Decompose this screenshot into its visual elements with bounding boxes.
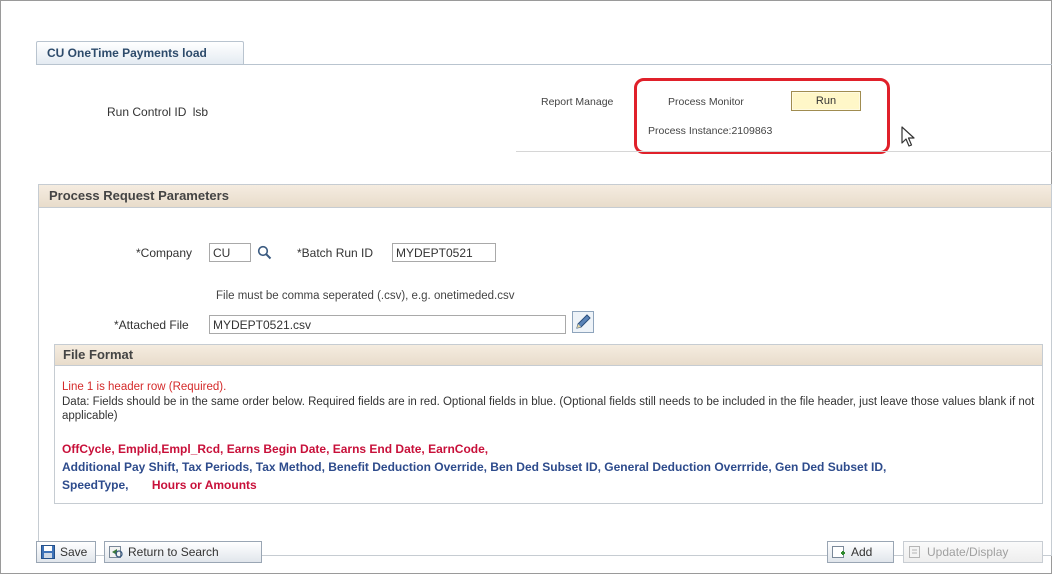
lookup-search-icon[interactable] <box>257 245 272 260</box>
tab-cu-onetime-payments-load[interactable]: CU OneTime Payments load <box>36 41 244 64</box>
run-control-id-label: Run Control ID lsb <box>107 105 209 119</box>
add-icon <box>832 546 845 558</box>
highlight-annotation <box>634 78 890 154</box>
fields-line-3: SpeedType, Hours or Amounts <box>62 477 257 494</box>
batch-run-id-input[interactable] <box>392 243 496 262</box>
attached-file-label: *Attached File <box>114 318 189 332</box>
required-fields-line-2: Hours or Amounts <box>151 478 257 492</box>
required-fields-line-1: OffCycle, Emplid,Empl_Rcd, Earns Begin D… <box>62 442 489 456</box>
data-description: Data: Fields should be in the same order… <box>62 396 1035 422</box>
add-button[interactable]: Add <box>827 541 894 563</box>
save-disk-icon <box>41 545 55 559</box>
run-control-id-value: lsb <box>192 105 209 119</box>
batch-run-id-label: *Batch Run ID <box>297 246 374 260</box>
run-area-divider <box>516 151 1052 152</box>
save-label: Save <box>60 545 88 559</box>
save-button[interactable]: Save <box>36 541 96 563</box>
header-row-note: Line 1 is header row (Required). <box>62 381 227 393</box>
file-format-hint: File must be comma seperated (.csv), e.g… <box>216 290 515 302</box>
attach-pencil-icon[interactable] <box>572 311 594 333</box>
optional-fields-line-2: SpeedType, <box>62 478 129 492</box>
update-display-icon <box>909 546 920 558</box>
mouse-cursor-icon <box>901 126 915 147</box>
return-to-search-button[interactable]: Return to Search <box>104 541 262 563</box>
add-label: Add <box>851 545 873 559</box>
attached-file-input[interactable] <box>209 315 566 334</box>
update-display-label: Update/Display <box>927 545 1009 559</box>
company-label: *Company <box>136 246 193 260</box>
report-manager-link[interactable]: Report Manage <box>541 96 634 108</box>
return-to-search-label: Return to Search <box>128 545 219 559</box>
optional-fields-line-1: Additional Pay Shift, Tax Periods, Tax M… <box>62 460 887 474</box>
return-search-icon <box>109 546 123 558</box>
company-input[interactable] <box>209 243 251 262</box>
tab-underline <box>36 64 1052 65</box>
process-request-parameters-header: Process Request Parameters <box>38 184 1052 208</box>
update-display-button[interactable]: Update/Display <box>903 541 1043 563</box>
file-format-header: File Format <box>54 344 1043 366</box>
